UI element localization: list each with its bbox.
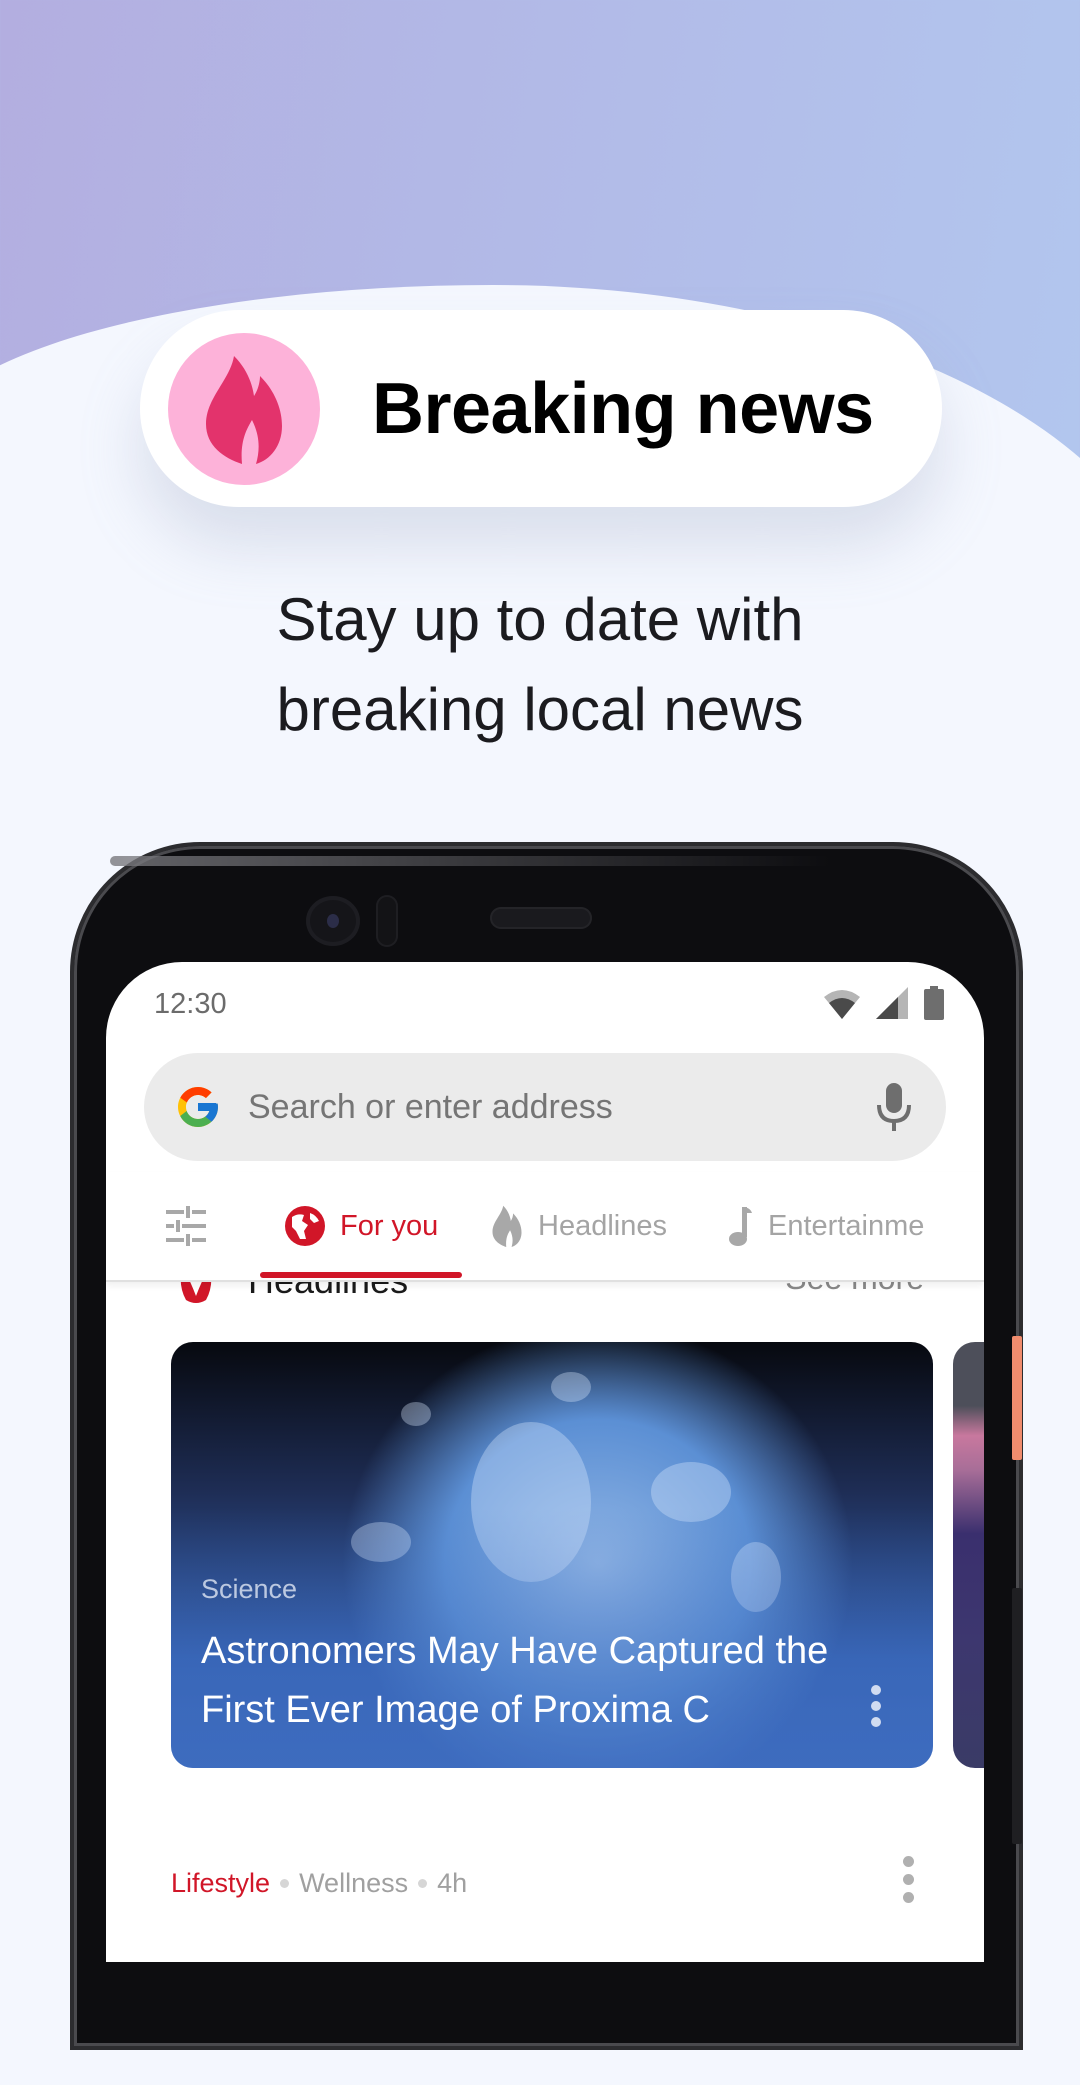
- article-title: Astronomers May Have Captured the First …: [201, 1630, 829, 1731]
- google-g-icon: [178, 1087, 218, 1127]
- microphone-icon[interactable]: [876, 1083, 912, 1131]
- search-input[interactable]: [246, 1086, 876, 1128]
- separator-dot: [280, 1879, 290, 1888]
- separator-dot: [418, 1879, 428, 1888]
- volume-button: [1012, 1588, 1022, 1844]
- front-camera: [306, 896, 360, 946]
- subtitle-line-1: Stay up to date with: [276, 586, 804, 653]
- article-meta: Lifestyle Wellness 4h: [171, 1868, 467, 1899]
- active-tab-indicator: [260, 1272, 462, 1278]
- meta-age: 4h: [437, 1868, 468, 1898]
- phone-screen: 12:30 Search or enter address For you He…: [106, 962, 984, 1962]
- category-tabs: For you Headlines Entertainme: [106, 1172, 984, 1282]
- more-options-icon[interactable]: [871, 1685, 881, 1727]
- tab-entertainment[interactable]: Entertainme: [728, 1172, 984, 1280]
- featured-article-card[interactable]: Science Astronomers May Have Captured th…: [171, 1342, 933, 1768]
- meta-subcategory: Wellness: [299, 1868, 409, 1898]
- tune-sliders-icon[interactable]: [166, 1206, 206, 1246]
- battery-icon: [924, 986, 944, 1020]
- flame-icon: [206, 355, 282, 464]
- tab-for-you[interactable]: For you: [284, 1172, 438, 1280]
- meta-category: Lifestyle: [171, 1868, 271, 1898]
- flame-icon-circle: [168, 332, 320, 485]
- status-time: 12:30: [154, 988, 227, 1020]
- subtitle-line-2: breaking local news: [276, 676, 804, 743]
- tab-label: For you: [340, 1209, 439, 1242]
- music-note-icon: [728, 1205, 754, 1247]
- more-options-icon[interactable]: [903, 1856, 914, 1903]
- flame-icon: [490, 1205, 524, 1247]
- tab-headlines[interactable]: Headlines: [490, 1172, 667, 1280]
- wifi-icon: [824, 990, 860, 1019]
- power-button: [1012, 1336, 1022, 1460]
- phone-highlight: [110, 856, 830, 866]
- globe-icon: [284, 1205, 326, 1247]
- promo-subtitle: Stay up to date with breaking local news: [0, 575, 1080, 755]
- tab-label: Headlines: [538, 1209, 667, 1242]
- proximity-sensor: [376, 895, 398, 947]
- search-bar[interactable]: [144, 1053, 946, 1161]
- status-icons: [822, 986, 944, 1020]
- breaking-news-badge: Breaking news: [140, 310, 942, 507]
- signal-icon: [876, 987, 908, 1019]
- badge-title: Breaking news: [372, 368, 874, 449]
- article-category: Science: [201, 1574, 298, 1604]
- next-article-card-peek[interactable]: [953, 1342, 984, 1768]
- earpiece-speaker: [490, 907, 592, 929]
- tab-label: Entertainme: [768, 1209, 925, 1242]
